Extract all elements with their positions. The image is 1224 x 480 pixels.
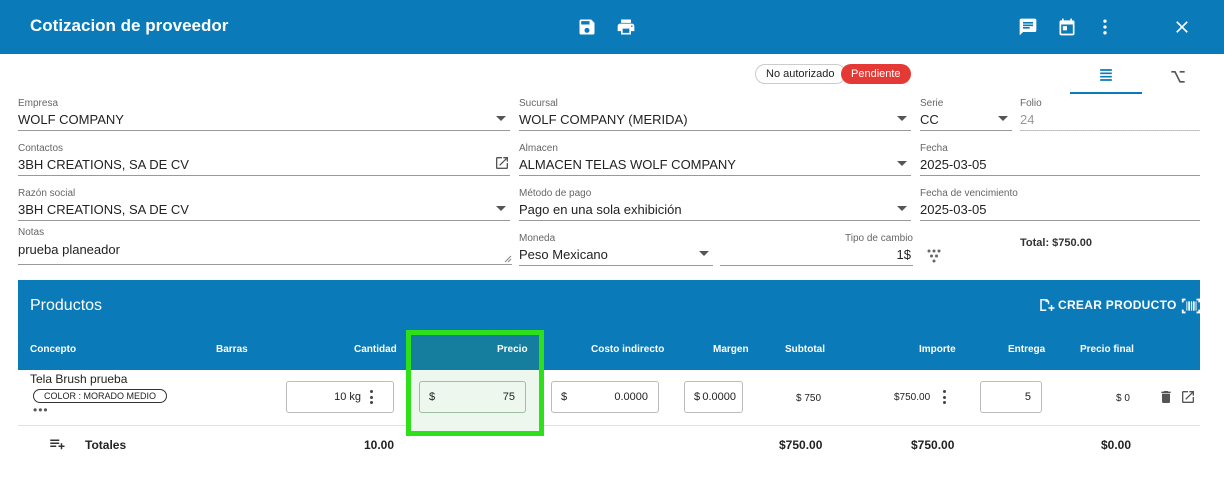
row-precio-final: $ 0 xyxy=(1116,393,1130,404)
col-importe: Importe xyxy=(919,344,956,355)
resize-handle-icon[interactable] xyxy=(504,255,512,263)
more-vert-icon[interactable] xyxy=(369,390,373,404)
chevron-down-icon xyxy=(496,116,506,121)
col-entrega: Entrega xyxy=(1008,344,1046,355)
chevron-down-icon xyxy=(998,116,1008,121)
authorization-chip: No autorizado xyxy=(755,64,846,84)
delete-icon[interactable] xyxy=(1158,389,1174,405)
more-vert-icon[interactable] xyxy=(1092,14,1118,40)
row-importe: $750.00 xyxy=(894,392,931,403)
quote-window: Cotizacion de proveedor No autorizado Pe… xyxy=(0,0,1224,480)
chevron-down-icon xyxy=(699,251,709,256)
option-icon xyxy=(1171,71,1185,83)
print-icon[interactable] xyxy=(613,14,639,40)
row-subtotal: $ 750 xyxy=(796,393,822,404)
col-concepto: Concepto xyxy=(30,344,77,355)
tab-list-view[interactable] xyxy=(1070,58,1142,94)
products-header: Productos CREAR PRODUCTO Concepto Barras… xyxy=(18,280,1202,370)
costo-indirecto-input[interactable]: $ 0.0000 xyxy=(551,381,659,413)
product-name: Tela Brush prueba xyxy=(30,372,128,386)
list-icon xyxy=(1100,69,1112,81)
cantidad-input[interactable]: 10 kg xyxy=(286,381,394,413)
comment-icon[interactable] xyxy=(1015,14,1041,40)
entrega-input[interactable]: 5 xyxy=(980,381,1042,413)
status-badge: Pendiente xyxy=(841,64,911,84)
open-in-new-icon[interactable] xyxy=(494,155,510,171)
total-label: Total: $750.00 xyxy=(1020,237,1092,249)
totals-importe: $750.00 xyxy=(911,438,955,452)
precio-highlight-box xyxy=(406,330,544,436)
open-in-new-icon[interactable] xyxy=(1180,389,1196,405)
barcode-scan-icon[interactable] xyxy=(1180,295,1202,317)
totals-label: Totales xyxy=(85,438,127,452)
col-precio-final: Precio final xyxy=(1080,344,1134,355)
tab-flow-view[interactable] xyxy=(1142,58,1214,94)
close-icon[interactable] xyxy=(1169,14,1195,40)
totals-row: Totales 10.00 $750.00 $750.00 $0.00 xyxy=(18,427,1200,463)
products-title: Productos xyxy=(30,297,103,314)
add-product-icon xyxy=(1040,299,1055,311)
col-costo-indirecto: Costo indirecto xyxy=(591,344,665,355)
margen-input[interactable]: $ 0.0000 xyxy=(684,381,743,413)
table-row: Tela Brush prueba COLOR : MORADO MEDIO •… xyxy=(18,370,1200,426)
playlist-add-icon[interactable] xyxy=(48,435,68,455)
chevron-down-icon xyxy=(897,116,907,121)
app-bar: Cotizacion de proveedor xyxy=(0,0,1224,54)
chevron-down-icon xyxy=(496,206,506,211)
totals-cantidad: 10.00 xyxy=(364,438,395,452)
chevron-down-icon xyxy=(897,161,907,166)
chevron-down-icon xyxy=(897,206,907,211)
col-barras: Barras xyxy=(216,344,248,355)
calendar-icon[interactable] xyxy=(1054,14,1080,40)
more-horiz-icon[interactable]: ••• xyxy=(33,404,49,416)
col-margen: Margen xyxy=(713,344,749,355)
col-subtotal: Subtotal xyxy=(785,344,825,355)
notas-field[interactable]: Notas prueba planeador xyxy=(18,227,512,267)
keypad-icon[interactable] xyxy=(926,247,942,263)
col-cantidad: Cantidad xyxy=(354,344,397,355)
create-product-button[interactable]: CREAR PRODUCTO xyxy=(1038,296,1177,314)
totals-precio-final: $0.00 xyxy=(1101,438,1132,452)
products-panel: Productos CREAR PRODUCTO Concepto Barras… xyxy=(18,280,1202,480)
page-title: Cotizacion de proveedor xyxy=(30,16,229,35)
attribute-chip[interactable]: COLOR : MORADO MEDIO xyxy=(33,389,168,403)
save-icon[interactable] xyxy=(574,14,600,40)
more-vert-icon[interactable] xyxy=(942,390,946,404)
totals-subtotal: $750.00 xyxy=(779,438,823,452)
